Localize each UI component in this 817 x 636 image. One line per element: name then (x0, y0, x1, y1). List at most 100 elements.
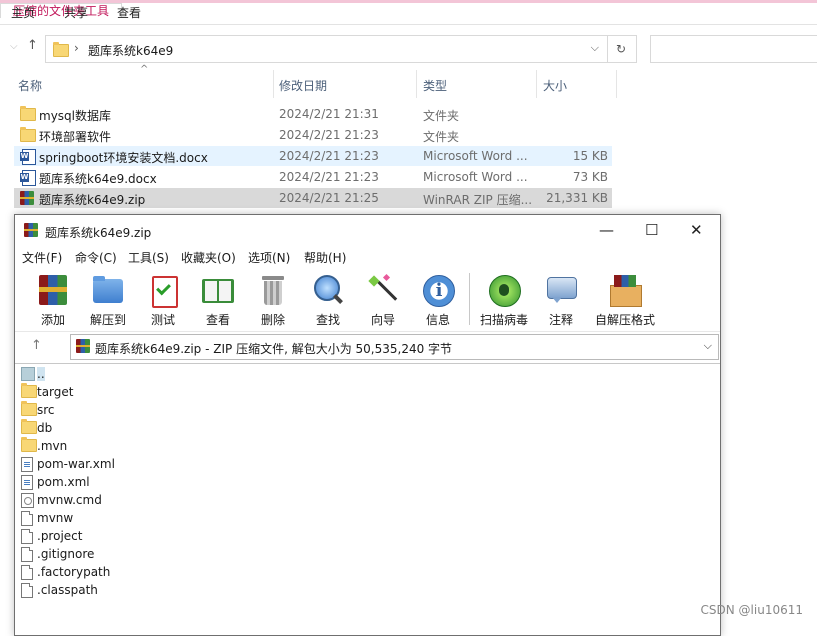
folder-icon (53, 42, 69, 57)
entry-name: .classpath (37, 583, 98, 597)
entry-name: .factorypath (37, 565, 111, 579)
file-name: 题库系统k64e9.docx (39, 172, 157, 186)
test-button[interactable]: 测试 (135, 273, 191, 328)
winrar-archive-icon (20, 191, 34, 205)
find-label: 查找 (315, 313, 340, 327)
menu-options[interactable]: 选项(N) (248, 249, 290, 266)
search-input[interactable] (650, 35, 817, 63)
entry-name: db (37, 421, 53, 435)
back-button[interactable]: ⌵ (10, 41, 18, 52)
file-row[interactable]: 环境部署软件 2024/2/21 21:23 文件夹 (14, 125, 612, 145)
magnifier-icon (311, 273, 345, 307)
archive-path-text: 题库系统k64e9.zip - ZIP 压缩文件, 解包大小为 50,535,2… (95, 342, 453, 356)
column-divider[interactable] (416, 70, 417, 98)
entry-name: .mvn (37, 439, 68, 453)
file-size: 73 KB (572, 170, 608, 184)
archive-path-field[interactable]: 题库系统k64e9.zip - ZIP 压缩文件, 解包大小为 50,535,2… (70, 334, 719, 360)
column-divider[interactable] (273, 70, 274, 98)
find-button[interactable]: 查找 (300, 273, 356, 328)
cmd-file-icon (21, 493, 34, 508)
file-row[interactable]: springboot环境安装文档.docx 2024/2/21 21:23 Mi… (14, 146, 612, 166)
comment-button[interactable]: 注释 (533, 273, 589, 328)
up-folder-button[interactable]: ↑ (31, 338, 42, 353)
file-name: 题库系统k64e9.zip (39, 193, 146, 207)
test-label: 测试 (150, 313, 175, 327)
address-field[interactable]: › 题库系统k64e9 ⌵ (45, 35, 608, 63)
column-header-type[interactable]: 类型 (423, 77, 447, 94)
winrar-window: 题库系统k64e9.zip — ☐ ✕ 文件(F) 命令(C) 工具(S) 收藏… (14, 214, 721, 636)
folder-icon (21, 383, 37, 398)
file-row-selected[interactable]: 题库系统k64e9.zip 2024/2/21 21:25 WinRAR ZIP… (14, 188, 612, 208)
scan-virus-label: 扫描病毒 (479, 313, 528, 327)
file-date: 2024/2/21 21:23 (279, 170, 379, 184)
word-document-icon (20, 149, 36, 165)
winrar-app-icon (24, 223, 38, 237)
xml-file-icon (21, 475, 33, 490)
file-name: mysql数据库 (39, 109, 111, 123)
info-button[interactable]: i 信息 (410, 273, 466, 328)
column-divider[interactable] (616, 70, 617, 98)
sfx-archive-icon (608, 273, 642, 307)
file-icon (21, 565, 33, 580)
extract-folder-icon (91, 273, 125, 307)
address-dropdown-icon[interactable]: ⌵ (591, 41, 599, 55)
folder-icon (21, 419, 37, 434)
tab-home[interactable]: 主页 (11, 4, 35, 21)
file-date: 2024/2/21 21:23 (279, 149, 379, 163)
entry-name: src (37, 403, 55, 417)
column-header-size[interactable]: 大小 (543, 77, 567, 94)
file-name: springboot环境安装文档.docx (39, 151, 208, 165)
refresh-button[interactable]: ↻ (606, 35, 637, 63)
comment-label: 注释 (548, 313, 573, 327)
path-separator: › (74, 41, 79, 55)
toolbar-divider (469, 273, 470, 325)
xml-file-icon (21, 457, 33, 472)
view-button[interactable]: 查看 (190, 273, 246, 328)
menu-commands[interactable]: 命令(C) (75, 249, 117, 266)
column-header-name[interactable]: 名称 (18, 77, 42, 94)
add-archive-icon (36, 273, 70, 307)
entry-name: .. (37, 367, 45, 381)
file-row[interactable]: 题库系统k64e9.docx 2024/2/21 21:23 Microsoft… (14, 167, 612, 187)
add-button[interactable]: 添加 (25, 273, 81, 328)
delete-button[interactable]: 删除 (245, 273, 301, 328)
toolbar: 添加 解压到 测试 查看 删除 查找 向导 i 信息 扫描病毒 注释 自解压格式 (15, 267, 720, 332)
column-header-date[interactable]: 修改日期 (279, 77, 327, 94)
up-button[interactable]: ↑ (27, 38, 38, 53)
folder-icon (21, 437, 37, 452)
tab-view[interactable]: 查看 (117, 4, 141, 21)
entry-name: mvnw (37, 511, 74, 525)
ribbon-tabs: 主页 共享 查看 压缩的文件夹工具 (0, 0, 817, 25)
column-divider[interactable] (536, 70, 537, 98)
wizard-button[interactable]: 向导 (355, 273, 411, 328)
menu-file[interactable]: 文件(F) (22, 249, 62, 266)
sfx-label: 自解压格式 (594, 313, 655, 327)
entry-name: .project (37, 529, 83, 543)
tab-share[interactable]: 共享 (64, 4, 88, 21)
chevron-down-icon[interactable]: ⌵ (704, 339, 712, 353)
menu-tools[interactable]: 工具(S) (128, 249, 169, 266)
entry-name: target (37, 385, 74, 399)
address-path: 题库系统k64e9 (88, 44, 174, 58)
file-row[interactable]: mysql数据库 2024/2/21 21:31 文件夹 (14, 104, 612, 124)
scan-virus-button[interactable]: 扫描病毒 (476, 273, 532, 328)
file-icon (21, 529, 33, 544)
maximize-button[interactable]: ☐ (645, 221, 658, 239)
close-button[interactable]: ✕ (690, 221, 703, 239)
title-bar[interactable]: 题库系统k64e9.zip — ☐ ✕ (15, 215, 720, 246)
minimize-button[interactable]: — (599, 221, 614, 239)
info-label: 信息 (425, 313, 450, 327)
file-type: 文件夹 (423, 130, 460, 144)
menu-favorites[interactable]: 收藏夹(O) (181, 249, 236, 266)
file-date: 2024/2/21 21:25 (279, 191, 379, 205)
winrar-archive-icon (76, 339, 90, 353)
file-date: 2024/2/21 21:31 (279, 107, 379, 121)
file-type: Microsoft Word ... (423, 170, 528, 184)
comment-bubble-icon (544, 273, 578, 307)
folder-icon (20, 127, 36, 142)
extract-to-button[interactable]: 解压到 (80, 273, 136, 328)
sfx-button[interactable]: 自解压格式 (593, 273, 657, 328)
menu-help[interactable]: 帮助(H) (304, 249, 346, 266)
trash-can-icon (256, 273, 290, 307)
view-book-icon (201, 273, 235, 307)
